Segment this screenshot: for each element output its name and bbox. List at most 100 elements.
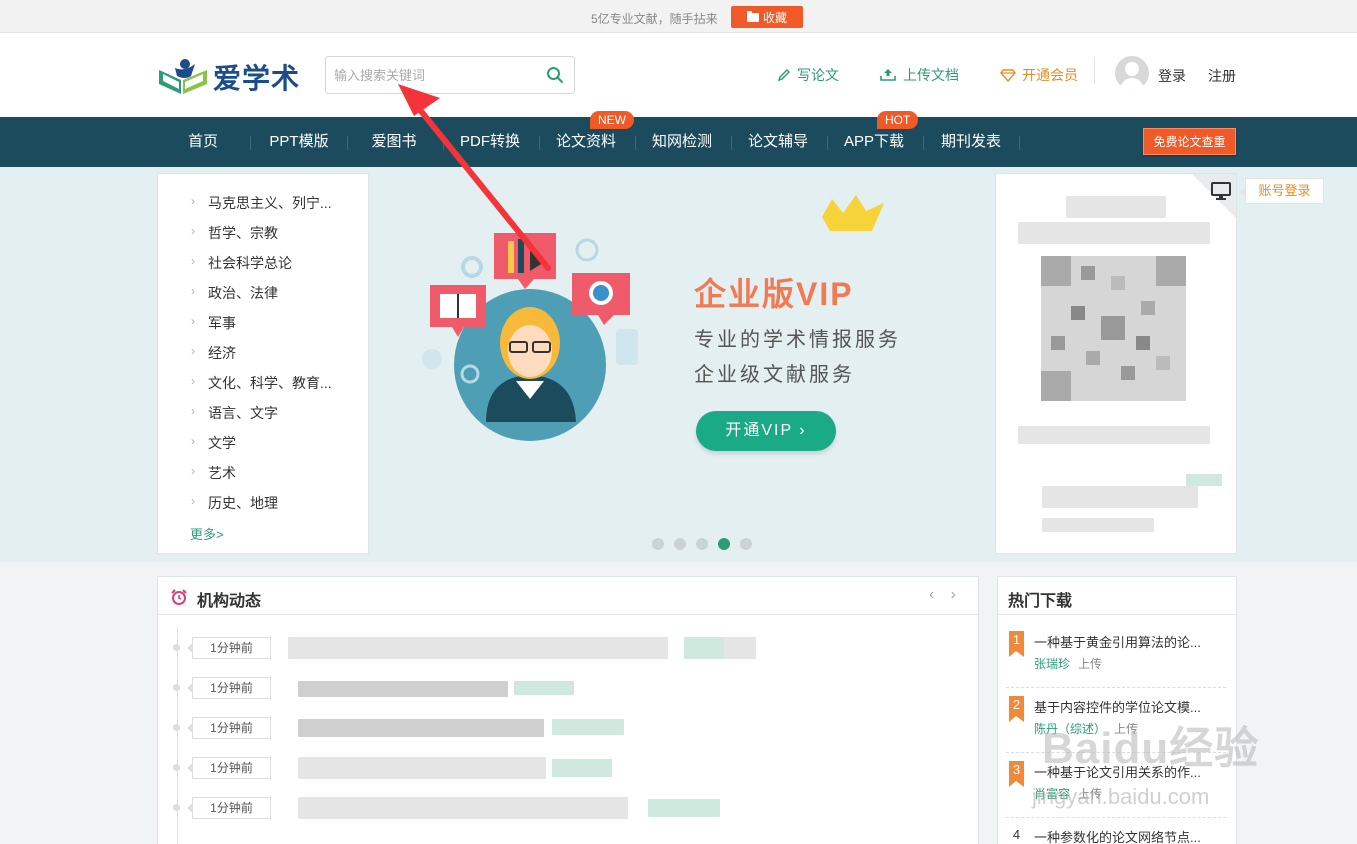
blurred-update-text — [288, 637, 668, 659]
blurred-text — [1042, 518, 1154, 532]
blurred-update-text — [514, 681, 574, 695]
blurred-update-text — [552, 719, 624, 735]
rank-badge: 3 — [1009, 761, 1024, 787]
blurred-text — [1042, 486, 1198, 508]
blurred-text — [1018, 426, 1210, 444]
rank-badge: 2 — [1009, 696, 1024, 722]
folder-icon — [746, 10, 759, 22]
upload-icon — [880, 69, 896, 81]
pager-arrows[interactable]: ‹ › — [929, 586, 962, 604]
notice-text: 5亿专业文献，随手拈来 — [591, 12, 718, 26]
qr-login-panel — [995, 173, 1237, 554]
write-paper-label: 写论文 — [797, 67, 839, 83]
category-item[interactable]: 文学 — [208, 433, 236, 453]
nav-item-pdf-convert[interactable]: PDF转换 — [444, 117, 536, 167]
monitor-icon[interactable] — [1211, 182, 1231, 200]
hot-download-item[interactable]: 1 一种基于黄金引用算法的论... 张瑞珍 上传 — [1006, 623, 1226, 688]
banner-line-1: 专业的学术情报服务 — [694, 329, 901, 351]
carousel-dot[interactable] — [674, 538, 686, 550]
category-item[interactable]: 文化、科学、教育... — [208, 373, 332, 393]
chevron-right-icon: › — [191, 434, 195, 448]
login-link[interactable]: 登录 — [1158, 66, 1186, 86]
favorite-label: 收藏 — [762, 10, 787, 25]
new-badge: NEW — [590, 111, 634, 129]
chevron-right-icon: › — [191, 494, 195, 508]
blurred-update-text — [684, 637, 724, 659]
timeline-dot — [173, 804, 180, 811]
alarm-clock-icon — [171, 589, 187, 605]
user-avatar[interactable] — [1115, 56, 1149, 90]
category-item[interactable]: 语言、文字 — [208, 403, 278, 423]
register-link[interactable]: 注册 — [1208, 66, 1236, 86]
favorite-button[interactable]: 收藏 — [731, 6, 803, 28]
site-logo[interactable]: 爱学术 — [157, 57, 300, 97]
time-label: 1分钟前 — [187, 637, 271, 659]
category-item[interactable]: 历史、地理 — [208, 493, 278, 513]
open-membership-link[interactable]: 开通会员 — [1000, 65, 1078, 85]
logo-text: 爱学术 — [213, 63, 301, 94]
institution-updates-panel: 机构动态 ‹ › 1分钟前 1分钟前 1分钟前 1分钟前 1分钟前 — [157, 576, 979, 844]
chevron-right-icon: › — [191, 224, 195, 238]
carousel-dot[interactable] — [652, 538, 664, 550]
chevron-right-icon: › — [191, 254, 195, 268]
hot-download-title[interactable]: 一种参数化的论文网络节点... — [1034, 827, 1201, 844]
hero-section: › 马克思主义、列宁... › 哲学、宗教 › 社会科学总论 › 政治、法律 ›… — [0, 167, 1357, 562]
search-icon[interactable] — [546, 66, 564, 84]
chevron-right-icon: › — [191, 284, 195, 298]
free-plagiarism-check-button[interactable]: 免费论文查重 — [1143, 128, 1236, 155]
qr-code-image[interactable] — [1041, 256, 1186, 401]
nav-item-ppt-templates[interactable]: PPT模版 — [251, 117, 347, 167]
banner-illustration[interactable] — [380, 167, 980, 562]
category-item[interactable]: 经济 — [208, 343, 236, 363]
nav-item-paper-tutoring[interactable]: 论文辅导 — [732, 117, 824, 167]
author-link[interactable]: 张瑞珍 — [1034, 657, 1070, 671]
nav-item-journal-publish[interactable]: 期刊发表 — [924, 117, 1018, 167]
upload-document-label: 上传文档 — [903, 67, 959, 83]
carousel-dot-active[interactable] — [718, 538, 730, 550]
category-item[interactable]: 哲学、宗教 — [208, 223, 278, 243]
blurred-update-text — [298, 719, 544, 737]
nav-item-cnki-check[interactable]: 知网检测 — [636, 117, 728, 167]
blurred-update-text — [298, 757, 546, 779]
more-categories-link[interactable]: 更多> — [190, 524, 224, 543]
banner-title: 企业版VIP — [694, 276, 854, 312]
blurred-text — [1018, 222, 1210, 244]
write-paper-link[interactable]: 写论文 — [777, 65, 839, 85]
carousel-dots — [652, 538, 752, 550]
open-membership-label: 开通会员 — [1022, 67, 1078, 83]
hot-download-item[interactable]: 4 一种参数化的论文网络节点... — [1006, 818, 1226, 844]
category-item[interactable]: 社会科学总论 — [208, 253, 292, 273]
blurred-update-text — [298, 681, 508, 697]
blurred-update-text — [298, 797, 628, 819]
open-vip-button[interactable]: 开通VIP › — [696, 411, 836, 451]
nav-item-books[interactable]: 爱图书 — [348, 117, 440, 167]
timeline-dot — [173, 684, 180, 691]
category-item[interactable]: 马克思主义、列宁... — [208, 193, 332, 213]
time-label: 1分钟前 — [187, 797, 271, 819]
chevron-right-icon: › — [191, 464, 195, 478]
blurred-update-text — [648, 799, 720, 817]
logo-book-icon — [159, 59, 207, 94]
blurred-update-text — [552, 759, 612, 777]
timeline-dot — [173, 644, 180, 651]
search-box[interactable] — [325, 56, 575, 94]
rank-number: 4 — [1012, 827, 1021, 842]
time-label: 1分钟前 — [187, 757, 271, 779]
nav-item-home[interactable]: 首页 — [157, 117, 249, 167]
upload-document-link[interactable]: 上传文档 — [879, 65, 959, 85]
carousel-dot[interactable] — [696, 538, 708, 550]
category-item[interactable]: 政治、法律 — [208, 283, 278, 303]
chevron-right-icon: › — [191, 194, 195, 208]
carousel-dot[interactable] — [740, 538, 752, 550]
blurred-text — [1186, 474, 1222, 486]
search-input[interactable] — [326, 57, 526, 93]
category-item[interactable]: 艺术 — [208, 463, 236, 483]
timeline-dot — [173, 764, 180, 771]
chevron-right-icon: › — [191, 344, 195, 358]
category-item[interactable]: 军事 — [208, 313, 236, 333]
hot-download-title[interactable]: 一种基于黄金引用算法的论... — [1034, 632, 1201, 651]
institution-updates-title: 机构动态 — [197, 593, 262, 610]
blurred-update-text — [724, 637, 756, 659]
header-divider — [1094, 58, 1095, 84]
account-login-tab[interactable]: 账号登录 — [1240, 178, 1324, 204]
